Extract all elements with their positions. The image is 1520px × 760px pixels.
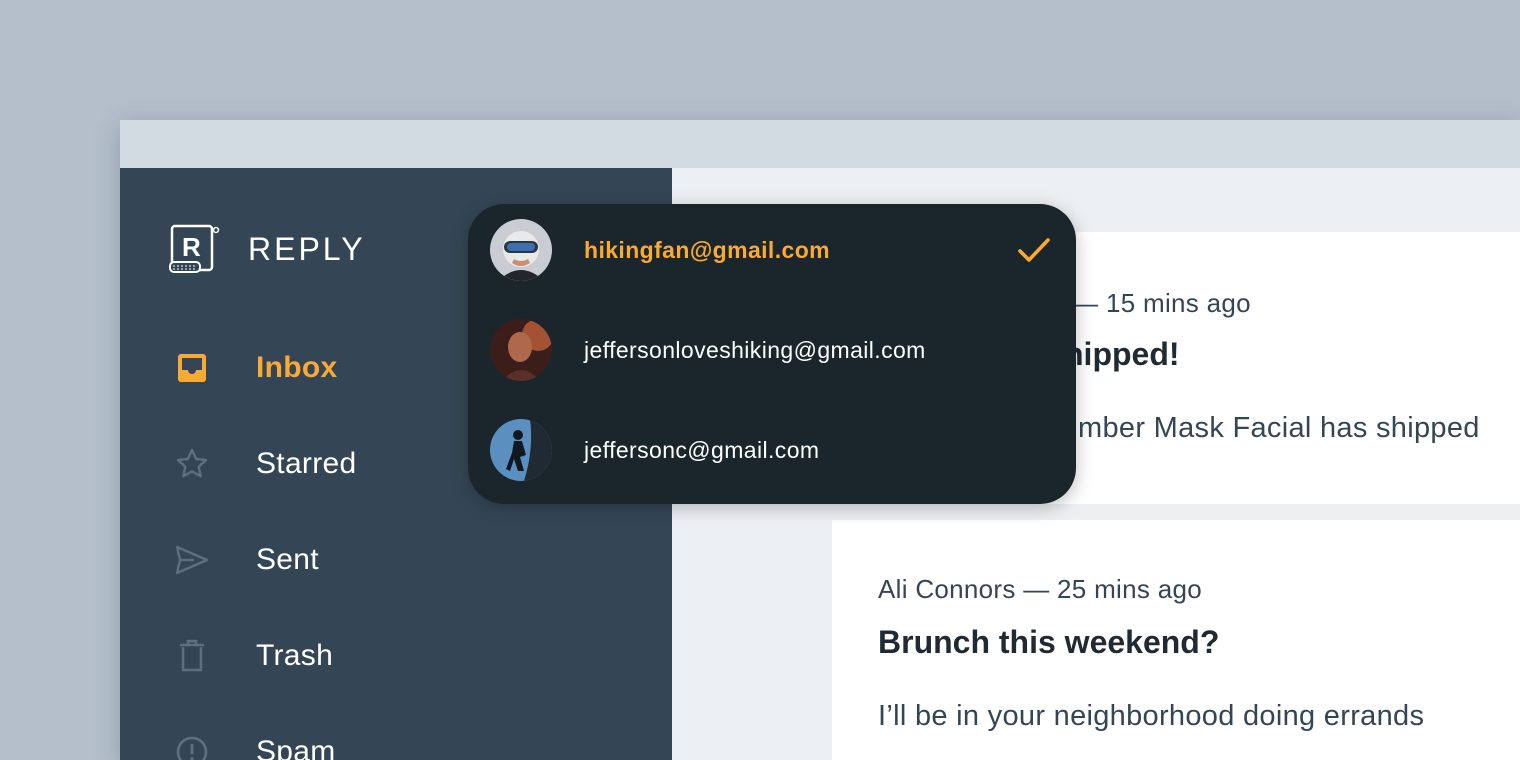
avatar: [490, 319, 552, 381]
email-preview: I’ll be in your neighborhood doing erran…: [878, 700, 1425, 732]
brand-header[interactable]: R REPLY: [168, 224, 366, 274]
inbox-icon: [172, 348, 212, 388]
check-icon: [1018, 238, 1050, 262]
nav-item-trash[interactable]: Trash: [172, 626, 572, 686]
star-icon: [172, 444, 212, 484]
account-item-jeffersonc[interactable]: jeffersonc@gmail.com: [490, 418, 1060, 482]
title-bar: [120, 120, 1520, 168]
nav-item-label: Sent: [256, 543, 319, 576]
account-email: jeffersonc@gmail.com: [584, 436, 820, 463]
nav-item-spam[interactable]: Spam: [172, 722, 572, 760]
nav-item-label: Spam: [256, 735, 336, 760]
nav-item-sent[interactable]: Sent: [172, 530, 572, 590]
avatar: [490, 419, 552, 481]
account-email: hikingfan@gmail.com: [584, 236, 831, 263]
account-switcher-dropdown: hikingfan@gmail.com jeffersonloveshiking…: [468, 204, 1076, 504]
account-item-jeffersonloveshiking[interactable]: jeffersonloveshiking@gmail.com: [490, 318, 1060, 382]
email-subject: Brunch this weekend?: [878, 624, 1220, 660]
email-meta: Ali Connors — 25 mins ago: [878, 574, 1202, 604]
email-card[interactable]: Ali Connors — 25 mins ago Brunch this we…: [832, 520, 1520, 760]
spam-icon: [172, 732, 212, 760]
nav-item-label: Starred: [256, 447, 357, 480]
nav-item-label: Inbox: [256, 351, 338, 384]
email-subject: hipped!: [1064, 336, 1180, 372]
account-email: jeffersonloveshiking@gmail.com: [584, 336, 926, 363]
account-item-hikingfan[interactable]: hikingfan@gmail.com: [490, 218, 1060, 282]
svg-text:R: R: [182, 232, 201, 262]
email-preview: mber Mask Facial has shipped: [1078, 412, 1480, 444]
nav-item-label: Trash: [256, 639, 334, 672]
trash-icon: [172, 636, 212, 676]
avatar: [490, 219, 552, 281]
app-name: REPLY: [248, 230, 366, 267]
send-icon: [172, 540, 212, 580]
reply-logo-icon: R: [169, 224, 220, 273]
